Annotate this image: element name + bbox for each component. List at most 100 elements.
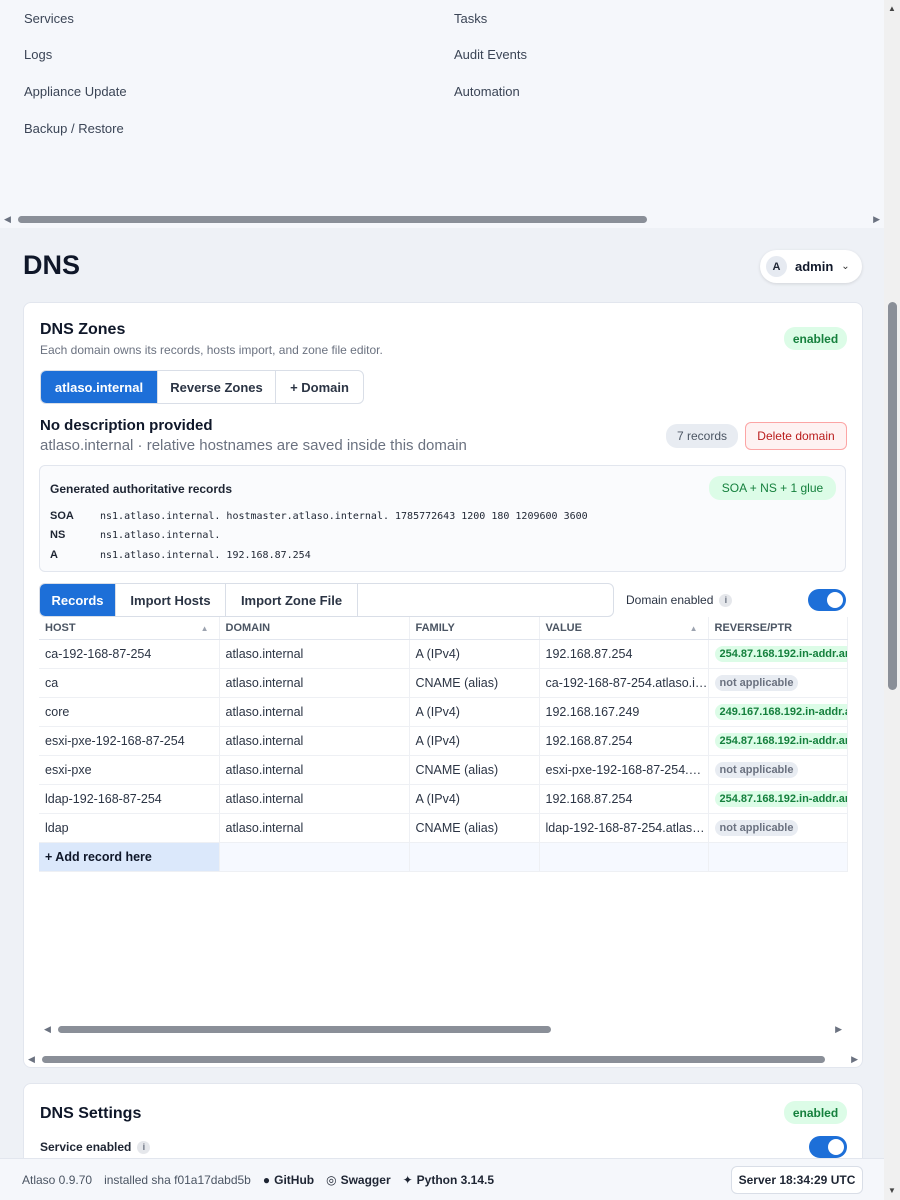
domain-enabled-label: Domain enabled i (626, 593, 733, 607)
ptr-badge: not applicable (714, 819, 799, 836)
domain-cell[interactable]: atlaso.internal (219, 755, 410, 785)
menu-link-logs[interactable]: Logs (24, 47, 52, 62)
host-cell[interactable]: esxi-pxe-192-168-87-254 (39, 726, 220, 756)
family-cell[interactable]: CNAME (alias) (409, 668, 540, 698)
table-row[interactable]: ca-192-168-87-254 atlaso.internal A (IPv4)… (39, 639, 848, 669)
column-header-family[interactable]: FAMILY (409, 617, 540, 640)
table-row[interactable]: esxi-pxe atlaso.internal CNAME (alias) esxi… (39, 755, 848, 785)
scroll-left-arrow-icon[interactable]: ◀ (4, 214, 11, 224)
host-cell[interactable]: ca-192-168-87-254 (39, 639, 220, 669)
family-cell[interactable]: A (IPv4) (409, 639, 540, 669)
value-cell[interactable]: 192.168.87.254 (539, 639, 709, 669)
page-vertical-scrollbar[interactable]: ▲ ▼ (884, 0, 900, 1200)
value-cell[interactable]: 192.168.87.254 (539, 726, 709, 756)
scroll-right-arrow-icon[interactable]: ▶ (873, 214, 880, 224)
menu-link-services[interactable]: Services (24, 11, 74, 26)
value-cell[interactable]: esxi-pxe-192-168-87-254.atlaso.internal. (539, 755, 709, 785)
scrollbar-thumb[interactable] (18, 216, 647, 223)
github-link[interactable]: ● GitHub (263, 1173, 314, 1187)
menu-link-tasks[interactable]: Tasks (454, 11, 487, 26)
domain-cell[interactable]: atlaso.internal (219, 639, 410, 669)
info-icon[interactable]: i (719, 593, 733, 607)
service-enabled-text: Service enabled (40, 1140, 132, 1154)
info-icon[interactable]: i (137, 1140, 151, 1154)
table-row[interactable]: esxi-pxe-192-168-87-254 atlaso.internal A … (39, 726, 848, 756)
page-scrollbar-thumb[interactable] (888, 302, 897, 690)
table-row[interactable]: ldap-192-168-87-254 atlaso.internal A (IPv… (39, 784, 848, 814)
scrollbar-thumb[interactable] (42, 1056, 825, 1063)
host-cell[interactable]: ca (39, 668, 220, 698)
settings-status-badge: enabled (784, 1101, 847, 1124)
host-cell[interactable]: core (39, 697, 220, 727)
delete-domain-button[interactable]: Delete domain (745, 422, 847, 450)
subtab-records[interactable]: Records (40, 584, 116, 616)
value-cell[interactable]: 192.168.167.249 (539, 697, 709, 727)
column-header-host[interactable]: HOST ▲ (39, 617, 220, 640)
record-type: A (50, 549, 58, 561)
column-header-domain[interactable]: DOMAIN (219, 617, 410, 640)
swagger-link[interactable]: ◎ Swagger (326, 1173, 391, 1187)
domain-cell[interactable]: atlaso.internal (219, 784, 410, 814)
value-cell[interactable]: ldap-192-168-87-254.atlaso.internal. (539, 813, 709, 843)
scroll-up-arrow-icon[interactable]: ▲ (888, 4, 896, 13)
generated-records-badge: SOA + NS + 1 glue (709, 476, 836, 500)
family-cell[interactable]: CNAME (alias) (409, 813, 540, 843)
domain-cell[interactable]: atlaso.internal (219, 668, 410, 698)
github-label: GitHub (274, 1172, 315, 1187)
tab-atlaso-internal[interactable]: atlaso.internal (41, 371, 158, 403)
add-domain-button[interactable]: + Domain (276, 371, 363, 403)
top-menu-panel: Services Logs Appliance Update Backup / … (0, 0, 884, 228)
family-cell[interactable]: CNAME (alias) (409, 755, 540, 785)
generated-row-ns: NS ns1.atlaso.internal. (50, 529, 220, 541)
domain-heading: No description provided (40, 417, 213, 434)
subtab-import-zone-file[interactable]: Import Zone File (226, 584, 358, 616)
column-label: HOST (45, 621, 76, 634)
value-cell[interactable]: 192.168.87.254 (539, 784, 709, 814)
tab-reverse-zones[interactable]: Reverse Zones (158, 371, 276, 403)
sort-asc-icon: ▲ (689, 624, 698, 633)
avatar: A (766, 256, 787, 277)
subtab-import-hosts[interactable]: Import Hosts (116, 584, 226, 616)
menu-link-audit-events[interactable]: Audit Events (454, 47, 527, 62)
table-row[interactable]: ca atlaso.internal CNAME (alias) ca-192-168… (39, 668, 848, 698)
domain-cell[interactable]: atlaso.internal (219, 813, 410, 843)
menu-link-backup-restore[interactable]: Backup / Restore (24, 121, 124, 136)
column-header-reverse-ptr[interactable]: REVERSE/PTR (708, 617, 848, 640)
scroll-left-arrow-icon[interactable]: ◀ (44, 1024, 51, 1034)
table-row[interactable]: ldap atlaso.internal CNAME (alias) ldap-192… (39, 813, 848, 843)
records-subtabs: Records Import Hosts Import Zone File (39, 583, 614, 617)
card-horizontal-scrollbar[interactable]: ◀ ▶ (28, 1054, 858, 1064)
value-cell[interactable]: ca-192-168-87-254.atlaso.internal. (539, 668, 709, 698)
host-cell[interactable]: ldap-192-168-87-254 (39, 784, 220, 814)
scroll-left-arrow-icon[interactable]: ◀ (28, 1054, 35, 1064)
family-cell[interactable]: A (IPv4) (409, 726, 540, 756)
domain-tabs: atlaso.internal Reverse Zones + Domain (40, 370, 364, 404)
user-menu-button[interactable]: A admin ⌄ (760, 250, 862, 283)
record-value: ns1.atlaso.internal. 192.168.87.254 (100, 549, 311, 561)
record-type: NS (50, 529, 66, 541)
menu-link-appliance-update[interactable]: Appliance Update (24, 84, 127, 99)
sort-asc-icon: ▲ (200, 624, 209, 633)
column-header-value[interactable]: VALUE ▲ (539, 617, 709, 640)
domain-cell[interactable]: atlaso.internal (219, 697, 410, 727)
domain-cell[interactable]: atlaso.internal (219, 726, 410, 756)
reverse-ptr-cell: 249.167.168.192.in-addr.arpa (708, 697, 848, 727)
domain-enabled-toggle[interactable] (808, 589, 846, 611)
menu-horizontal-scrollbar[interactable]: ◀ ▶ (4, 214, 880, 224)
host-cell[interactable]: ldap (39, 813, 220, 843)
scroll-right-arrow-icon[interactable]: ▶ (835, 1024, 842, 1034)
family-cell[interactable]: A (IPv4) (409, 697, 540, 727)
add-record-row[interactable]: + Add record here (39, 842, 848, 872)
sha-text: installed sha f01a17dabd5b (104, 1172, 251, 1187)
scroll-down-arrow-icon[interactable]: ▼ (888, 1186, 896, 1195)
domain-subline: atlaso.internal · relative hostnames are… (40, 437, 467, 454)
menu-link-automation[interactable]: Automation (454, 84, 520, 99)
family-cell[interactable]: A (IPv4) (409, 784, 540, 814)
scrollbar-thumb[interactable] (58, 1026, 551, 1033)
host-cell[interactable]: esxi-pxe (39, 755, 220, 785)
records-horizontal-scrollbar[interactable]: ◀ ▶ (44, 1024, 842, 1034)
scroll-right-arrow-icon[interactable]: ▶ (851, 1054, 858, 1064)
service-enabled-toggle[interactable] (809, 1136, 847, 1158)
table-row[interactable]: core atlaso.internal A (IPv4) 192.168.167.2… (39, 697, 848, 727)
add-record-button[interactable]: + Add record here (39, 842, 220, 872)
